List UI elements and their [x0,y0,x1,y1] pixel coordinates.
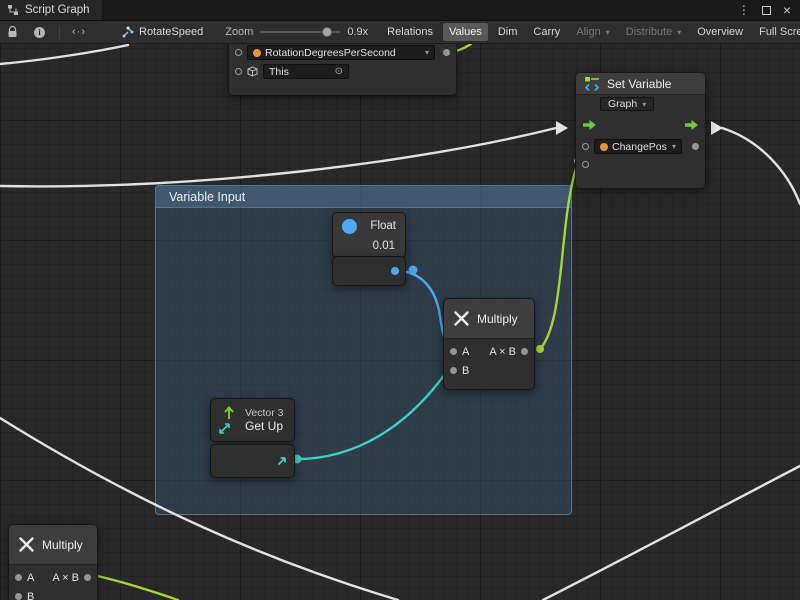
axes-arrow-icon [218,422,231,435]
graph-canvas[interactable]: Variable Input [0,0,800,600]
carry-button[interactable]: Carry [527,23,566,41]
maximize-icon[interactable] [762,6,771,15]
node-title: Multiply [42,538,83,552]
output-port[interactable] [692,143,699,150]
port-label-b: B [462,365,469,377]
value-input-port[interactable] [582,161,589,168]
input-port-a[interactable] [450,348,457,355]
dropdown-caret-icon: ▾ [672,142,676,151]
node-title: Float [370,220,396,232]
window-menu-icon[interactable]: ⋮ [738,3,750,17]
align-dropdown-button[interactable]: Align ▾ [570,23,615,41]
dropdown-caret-icon: ▾ [425,48,429,57]
info-icon[interactable]: i [34,27,45,38]
zoom-slider-knob[interactable] [322,27,332,37]
object-picker-icon[interactable]: ⊙ [335,66,343,77]
output-port[interactable] [521,348,528,355]
node-title: Set Variable [607,77,671,91]
tab-title: Script Graph [25,4,90,16]
tab-script-graph[interactable]: Script Graph [0,0,102,20]
output-label: A × B [489,346,516,358]
output-port[interactable] [84,574,91,581]
variable-name-dropdown[interactable]: RotationDegreesPerSecond ▾ [247,45,435,60]
overview-button[interactable]: Overview [691,23,749,41]
wire-multiply2-output [89,574,178,600]
zoom-label: Zoom [225,26,253,38]
flow-input-arrowhead-icon [556,121,568,135]
fullscreen-button[interactable]: Full Screen [753,23,800,41]
graph-name[interactable]: RotateSpeed [139,26,203,38]
port-label-a: A [462,346,469,358]
code-braces-icon[interactable]: ‹·› [72,26,86,38]
node-title: Get Up [245,420,284,433]
float-type-icon [342,219,357,234]
input-port-a[interactable] [15,574,22,581]
dim-button[interactable]: Dim [492,23,524,41]
port-label-b: B [27,591,34,600]
port-label-a: A [27,572,34,584]
vector3-icon [218,404,238,436]
group-header[interactable]: Variable Input [156,186,571,208]
dropdown-caret-icon: ▾ [677,28,681,37]
node-title: Multiply [477,312,518,326]
wire-flow-bottom-right [543,466,800,600]
variable-name: RotationDegreesPerSecond [265,47,396,59]
zoom-value: 0.9x [347,26,368,38]
wire-flow-out-of-set-variable [722,128,800,204]
input-port[interactable] [582,143,589,150]
multiply-node-2[interactable]: Multiply A A × B B [8,524,98,600]
distribute-dropdown-button[interactable]: Distribute ▾ [620,23,687,41]
variable-scope: Graph [608,98,637,110]
relations-button[interactable]: Relations [381,23,439,41]
toolbar: i ‹·› RotateSpeed Zoom 0.9x Relations Va… [0,21,800,44]
dropdown-caret-icon: ▾ [642,100,646,109]
vector-output-port[interactable] [276,455,288,467]
titlebar: Script Graph ⋮ × [0,0,800,21]
flow-out-port[interactable] [685,120,698,130]
input-port-b[interactable] [15,593,22,600]
values-button[interactable]: Values [443,23,488,41]
script-graph-window: Variable Input [0,0,800,600]
up-arrow-icon [223,405,235,420]
flow-output-arrowhead-icon [711,121,723,135]
float-node-body[interactable] [332,256,406,286]
float-output-port[interactable] [391,267,399,275]
variable-name-dropdown[interactable]: ChangePos ▾ [594,139,682,154]
set-variable-icon [585,76,600,92]
output-port[interactable] [443,49,450,56]
group-title: Variable Input [169,190,245,204]
script-graph-icon [7,4,19,16]
graph-asset-icon [122,26,134,38]
dropdown-caret-icon: ▾ [606,28,610,37]
get-variable-node[interactable]: RotationDegreesPerSecond ▾ This ⊙ [228,36,457,96]
multiply-x-icon [453,310,470,327]
variable-dot-icon [253,49,261,57]
output-label: A × B [52,572,79,584]
input-port[interactable] [235,49,242,56]
align-label: Align [576,26,600,38]
multiply-node[interactable]: Multiply A A × B B [443,298,535,390]
target-label: This [269,66,289,78]
vector3-get-up-node[interactable]: Vector 3 Get Up [210,398,295,442]
wire-flow-into-set-variable [0,128,556,186]
gameobject-cube-icon [247,66,258,77]
variable-name: ChangePos [612,141,667,153]
lock-icon[interactable] [7,26,18,38]
float-literal-node[interactable]: Float 0.01 [332,212,406,258]
flow-in-port[interactable] [583,120,596,130]
wire-flow-top-left [0,45,128,64]
close-icon[interactable]: × [783,5,791,15]
variable-dot-icon [600,143,608,151]
variable-scope-dropdown[interactable]: Graph ▾ [600,97,654,111]
input-port[interactable] [235,68,242,75]
float-value-field[interactable]: 0.01 [333,239,405,256]
zoom-slider[interactable] [260,26,340,38]
input-port-b[interactable] [450,367,457,374]
target-object-field[interactable]: This ⊙ [263,64,349,79]
distribute-label: Distribute [626,26,672,38]
set-variable-node[interactable]: Set Variable Graph ▾ Ch [575,72,706,189]
multiply-x-icon [18,536,35,553]
vector3-node-body[interactable] [210,444,295,478]
